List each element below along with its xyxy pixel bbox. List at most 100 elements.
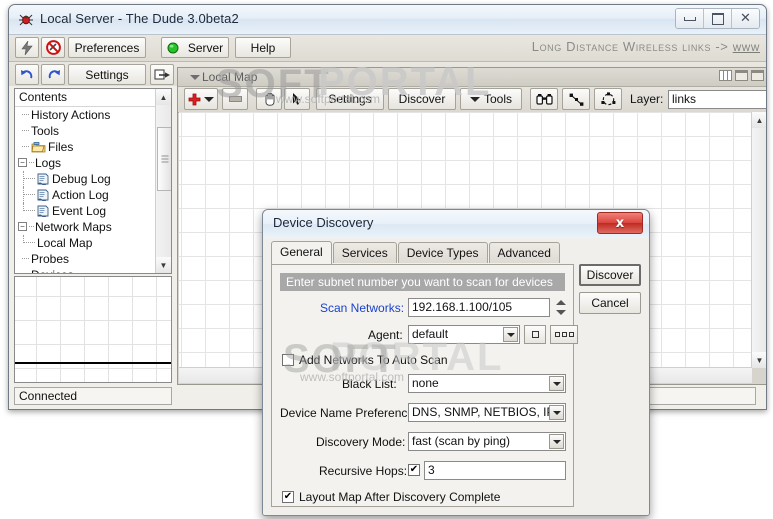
map-vertical-scrollbar[interactable]: ▲ ▼ [751, 112, 766, 368]
scroll-down-icon[interactable]: ▼ [156, 257, 171, 273]
device-name-preference-label: Device Name Preference: [280, 406, 418, 420]
find-button[interactable] [530, 88, 558, 110]
chevron-down-icon[interactable] [469, 96, 480, 102]
settings-button[interactable]: Settings [68, 64, 146, 85]
agent-multi-button[interactable] [550, 325, 578, 344]
tree-item-probes[interactable]: Probes [15, 251, 156, 267]
collapse-toggle-icon[interactable]: − [18, 222, 27, 231]
dialog-tabs: General Services Device Types Advanced [271, 241, 561, 264]
chevron-down-icon[interactable] [204, 96, 214, 102]
field-discovery-mode: Discovery Mode: fast (scan by ping) [272, 432, 573, 452]
tree-item-local-map[interactable]: Local Map [15, 235, 156, 251]
tab-general[interactable]: General [271, 241, 332, 264]
chevron-down-icon[interactable] [549, 434, 564, 449]
chevron-down-icon[interactable] [503, 327, 518, 342]
auto-layout-button[interactable] [594, 88, 622, 110]
agent-single-button[interactable] [524, 325, 546, 344]
tab-device-types[interactable]: Device Types [397, 242, 488, 263]
scan-networks-stepper[interactable] [554, 298, 567, 317]
cursor-arrow-icon [293, 93, 301, 105]
tree-item-history-actions[interactable]: History Actions [15, 107, 156, 123]
map-discover-button[interactable]: Discover [388, 88, 456, 110]
collapse-toggle-icon[interactable]: − [18, 158, 27, 167]
tab-services[interactable]: Services [332, 242, 397, 263]
tree-item-devices[interactable]: Devices [15, 267, 156, 273]
scroll-down-icon[interactable]: ▼ [752, 352, 766, 368]
stepper-up-icon[interactable] [555, 300, 566, 306]
add-networks-checkbox[interactable] [282, 354, 294, 366]
disconnect-button[interactable] [41, 37, 65, 58]
recursive-hops-checkbox[interactable]: ✔ [408, 464, 420, 476]
tree-item-tools[interactable]: Tools [15, 123, 156, 139]
server-label: Server [187, 40, 224, 55]
discovery-mode-label: Discovery Mode: [316, 435, 406, 449]
layout-map-checkbox[interactable]: ✔ [282, 491, 294, 503]
dialog-body: General Services Device Types Advanced D… [263, 238, 649, 515]
preferences-label: Preferences [74, 40, 140, 55]
pan-tool-button[interactable] [256, 88, 282, 110]
recursive-hops-input[interactable]: 3 [424, 461, 566, 480]
minimize-icon [683, 16, 696, 21]
scroll-thumb[interactable] [157, 127, 171, 191]
map-tools-button[interactable]: Tools [460, 88, 522, 110]
layer-select[interactable]: links [668, 90, 766, 109]
tab-advanced[interactable]: Advanced [488, 242, 560, 263]
remove-item-button[interactable] [222, 88, 248, 110]
tree-connector [22, 130, 29, 131]
server-button[interactable]: Server [161, 37, 229, 58]
undo-button[interactable] [15, 64, 39, 85]
tree-item-logs[interactable]: − Logs [15, 155, 156, 171]
layout-map-label: Layout Map After Discovery Complete [299, 490, 501, 504]
scroll-up-icon[interactable]: ▲ [156, 89, 171, 105]
help-button[interactable]: Help [235, 37, 291, 58]
tree-scrollbar[interactable]: ▲ ▼ [155, 89, 171, 273]
tree-header: Contents [15, 89, 171, 107]
left-grid-panel [14, 276, 172, 383]
discovery-mode-select[interactable]: fast (scan by ping) [408, 432, 566, 451]
stepper-down-icon[interactable] [555, 309, 566, 315]
map-discover-label: Discover [398, 92, 446, 106]
add-item-button[interactable] [184, 88, 218, 110]
tree-item-debug-log[interactable]: Debug Log [15, 171, 156, 187]
tree-item-action-log[interactable]: Action Log [15, 187, 156, 203]
detach-button[interactable] [150, 64, 174, 85]
tree-item-event-log[interactable]: Event Log [15, 203, 156, 219]
minimize-button[interactable] [676, 9, 704, 28]
add-link-button[interactable] [562, 88, 590, 110]
chevron-down-icon[interactable] [190, 75, 200, 80]
device-discovery-dialog: Device Discovery x General Services Devi… [262, 209, 650, 516]
dialog-close-button[interactable]: x [597, 212, 643, 234]
field-add-networks: Add Networks To Auto Scan [272, 351, 573, 371]
chevron-down-icon[interactable] [549, 376, 564, 391]
chevron-down-icon[interactable] [549, 405, 564, 420]
help-label: Help [250, 40, 276, 55]
scan-networks-input[interactable]: 192.168.1.100/105 [408, 298, 550, 317]
select-tool-button[interactable] [284, 88, 310, 110]
tree-item-label: Devices [31, 267, 74, 273]
tree-item-files[interactable]: Files [15, 139, 156, 155]
window-title: Local Server - The Dude 3.0beta2 [40, 11, 239, 26]
close-button[interactable]: ✕ [732, 9, 759, 28]
scroll-up-icon[interactable]: ▲ [752, 112, 766, 128]
cancel-label: Cancel [591, 296, 629, 310]
map-settings-button[interactable]: Settings [316, 88, 384, 110]
maximize-child-icon[interactable] [751, 70, 764, 81]
mdi-tab-local-map[interactable]: Local Map [184, 69, 265, 85]
redo-button[interactable] [41, 64, 65, 85]
banner-link[interactable]: www [733, 39, 760, 54]
discover-label: Discover [586, 268, 634, 282]
maximize-button[interactable] [704, 9, 732, 28]
tile-vertical-icon[interactable] [719, 70, 732, 81]
tree-item-network-maps[interactable]: − Network Maps [15, 219, 156, 235]
black-list-select[interactable]: none [408, 374, 566, 393]
lightning-button[interactable] [15, 37, 39, 58]
agent-select[interactable]: default [408, 325, 520, 344]
cancel-button[interactable]: Cancel [579, 292, 641, 314]
preferences-button[interactable]: Preferences [68, 37, 146, 58]
minus-icon [228, 96, 242, 102]
discover-button[interactable]: Discover [579, 264, 641, 286]
title-bar: Local Server - The Dude 3.0beta2 ✕ [9, 5, 766, 35]
link-line-icon [569, 93, 583, 106]
device-name-preference-select[interactable]: DNS, SNMP, NETBIOS, IP [408, 403, 566, 422]
restore-child-icon[interactable] [735, 70, 748, 81]
